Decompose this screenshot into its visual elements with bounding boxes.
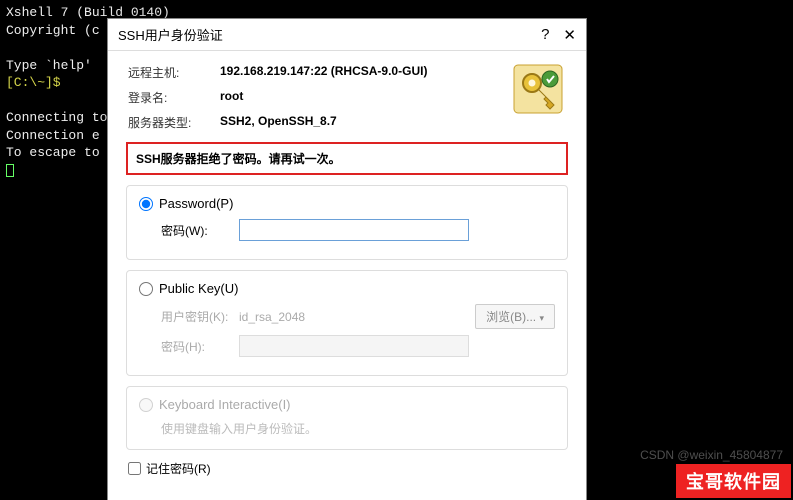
host-label: 远程主机: xyxy=(128,61,218,84)
prompt: [C:\~]$ xyxy=(6,75,61,90)
keyboard-radio-label: Keyboard Interactive(I) xyxy=(159,397,291,412)
keyboard-note: 使用键盘输入用户身份验证。 xyxy=(161,420,555,437)
publickey-radio[interactable] xyxy=(139,282,153,296)
dialog-title: SSH用户身份验证 xyxy=(118,25,223,44)
cursor-block xyxy=(6,164,14,177)
server-type-label: 服务器类型: xyxy=(128,111,218,134)
password-radio-label: Password(P) xyxy=(159,196,233,211)
close-button[interactable]: ✕ xyxy=(563,26,576,44)
error-message: SSH服务器拒绝了密码。请再试一次。 xyxy=(136,152,341,166)
error-message-box: SSH服务器拒绝了密码。请再试一次。 xyxy=(126,142,568,175)
userkey-label: 用户密钥(K): xyxy=(161,308,231,325)
dialog-titlebar: SSH用户身份验证 ? ✕ xyxy=(108,19,586,51)
remember-password-label: 记住密码(R) xyxy=(146,460,211,477)
help-button[interactable]: ? xyxy=(541,26,549,43)
userkey-name: id_rsa_2048 xyxy=(239,308,467,326)
passphrase-input xyxy=(239,335,469,357)
password-field-label: 密码(W): xyxy=(161,222,231,239)
browse-button[interactable]: 浏览(B)... ▾ xyxy=(475,304,555,329)
keyboard-radio xyxy=(139,398,153,412)
watermark-text: CSDN @weixin_45804877 xyxy=(640,448,783,462)
remember-password-checkbox[interactable] xyxy=(128,462,141,475)
keyboard-group: Keyboard Interactive(I) 使用键盘输入用户身份验证。 xyxy=(126,386,568,450)
password-input[interactable] xyxy=(239,219,469,241)
key-icon xyxy=(512,63,564,115)
connection-info: 远程主机: 192.168.219.147:22 (RHCSA-9.0-GUI)… xyxy=(126,59,568,136)
site-badge: 宝哥软件园 xyxy=(676,464,791,498)
password-radio[interactable] xyxy=(139,197,153,211)
passphrase-label: 密码(H): xyxy=(161,338,231,355)
password-group: Password(P) 密码(W): xyxy=(126,185,568,260)
publickey-group: Public Key(U) 用户密钥(K): id_rsa_2048 浏览(B)… xyxy=(126,270,568,376)
publickey-radio-label: Public Key(U) xyxy=(159,281,238,296)
login-label: 登录名: xyxy=(128,86,218,109)
ssh-auth-dialog: SSH用户身份验证 ? ✕ 远程主机: 192.168.219.147:22 (… xyxy=(107,18,587,500)
